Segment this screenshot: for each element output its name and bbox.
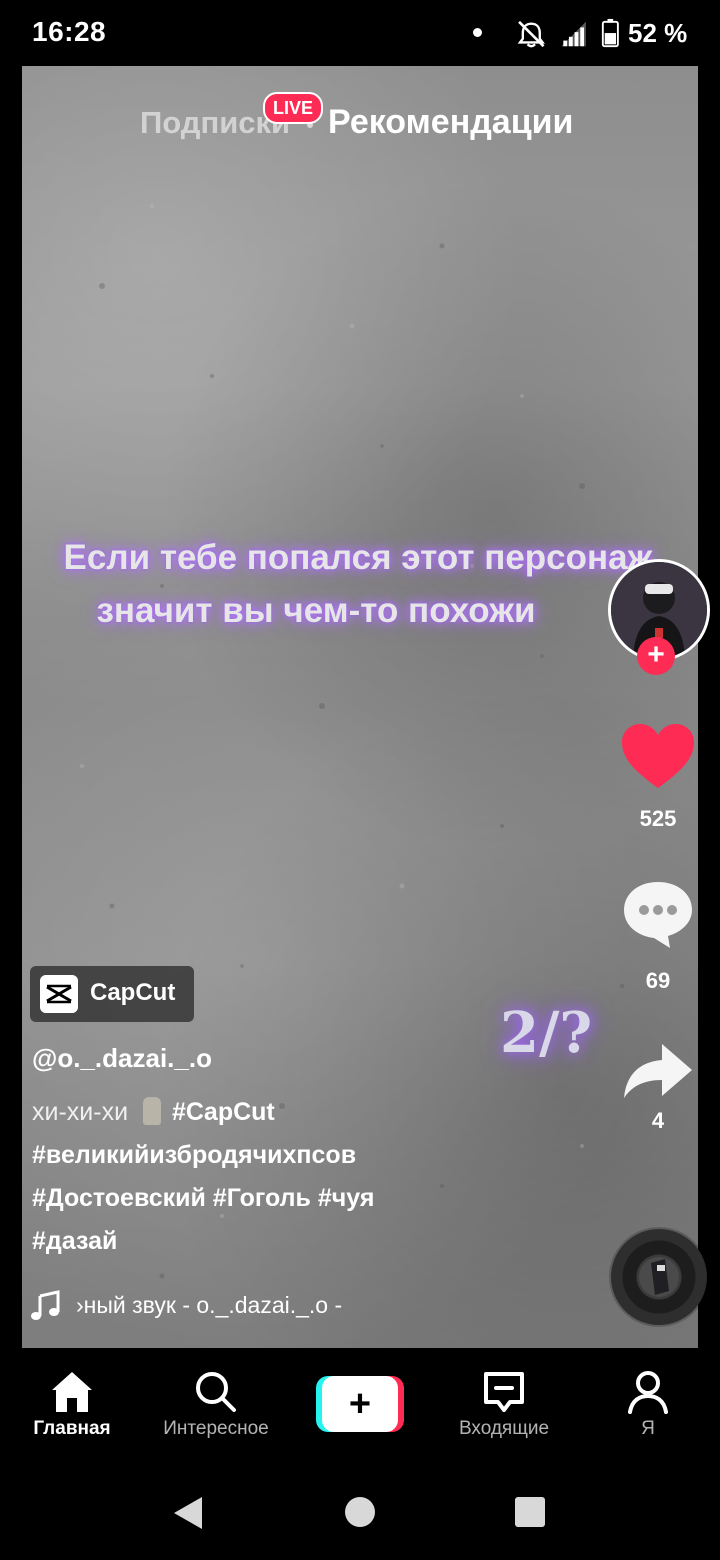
comment-icon[interactable] xyxy=(620,878,696,950)
capcut-badge[interactable]: CapCut xyxy=(30,966,194,1022)
nav-discover-label: Интересное xyxy=(163,1418,269,1439)
signal-icon xyxy=(561,21,586,47)
profile-icon xyxy=(628,1371,668,1414)
battery-percent: 52 % xyxy=(628,18,688,48)
follow-button[interactable]: + xyxy=(637,637,675,675)
comment-count: 69 xyxy=(645,968,671,993)
description-line-2[interactable]: #великийизбродячихпсов xyxy=(32,1141,356,1170)
create-button[interactable]: + xyxy=(316,1376,404,1432)
video-caption-line-1: Если тебе попался этот персонаж xyxy=(63,538,653,577)
nav-profile[interactable]: Я xyxy=(576,1348,720,1458)
sound-name[interactable]: ›ный звук - o._.dazai._.o - xyxy=(76,1292,342,1319)
music-disc[interactable] xyxy=(611,1229,707,1325)
hashtag-capcut[interactable]: #CapCut xyxy=(172,1098,275,1126)
status-bar: 16:28 52 % xyxy=(0,0,720,66)
capcut-logo-icon xyxy=(40,975,78,1013)
description-line-1[interactable]: хи-хи-хи #CapCut xyxy=(32,1097,275,1127)
status-time: 16:28 xyxy=(32,16,107,47)
description-line-4[interactable]: #дазай xyxy=(32,1227,117,1256)
disc-artwork-icon xyxy=(639,1257,679,1297)
live-badge[interactable]: LIVE xyxy=(263,92,324,124)
inbox-icon xyxy=(484,1372,524,1412)
description-text: хи-хи-хи xyxy=(32,1098,129,1126)
recent-apps-button[interactable] xyxy=(515,1497,545,1527)
tab-for-you[interactable]: Рекомендации xyxy=(328,103,573,142)
nav-home-label: Главная xyxy=(33,1418,111,1439)
back-icon[interactable] xyxy=(172,1495,204,1531)
creator-username[interactable]: @o._.dazai._.o xyxy=(32,1043,212,1074)
search-icon xyxy=(196,1372,236,1412)
nav-home[interactable]: Главная xyxy=(0,1348,144,1458)
share-icon[interactable] xyxy=(622,1040,694,1102)
plus-icon: + xyxy=(348,1383,372,1425)
nav-inbox-label: Входящие xyxy=(458,1418,550,1439)
notification-dot xyxy=(473,28,482,37)
status-icons xyxy=(517,18,619,48)
video-counter-text: 2/? xyxy=(500,1000,593,1066)
share-count: 4 xyxy=(651,1108,665,1133)
moai-emoji-icon xyxy=(143,1097,161,1125)
nav-discover[interactable]: Интересное xyxy=(144,1348,288,1458)
home-button[interactable] xyxy=(345,1497,375,1527)
music-note-icon xyxy=(31,1290,60,1320)
battery-icon xyxy=(601,18,619,48)
nav-profile-label: Я xyxy=(641,1418,655,1439)
like-count: 525 xyxy=(639,806,677,831)
capcut-label: CapCut xyxy=(90,979,176,1006)
heart-icon[interactable] xyxy=(620,722,696,792)
silent-bell-icon xyxy=(517,20,545,48)
tab-divider xyxy=(307,122,313,128)
description-line-3[interactable]: #Достоевский #Гоголь #чуя xyxy=(32,1184,374,1213)
video-caption-line-2: значит вы чем-то похожи xyxy=(96,591,536,630)
nav-inbox[interactable]: Входящие xyxy=(432,1348,576,1458)
home-icon xyxy=(52,1372,92,1412)
